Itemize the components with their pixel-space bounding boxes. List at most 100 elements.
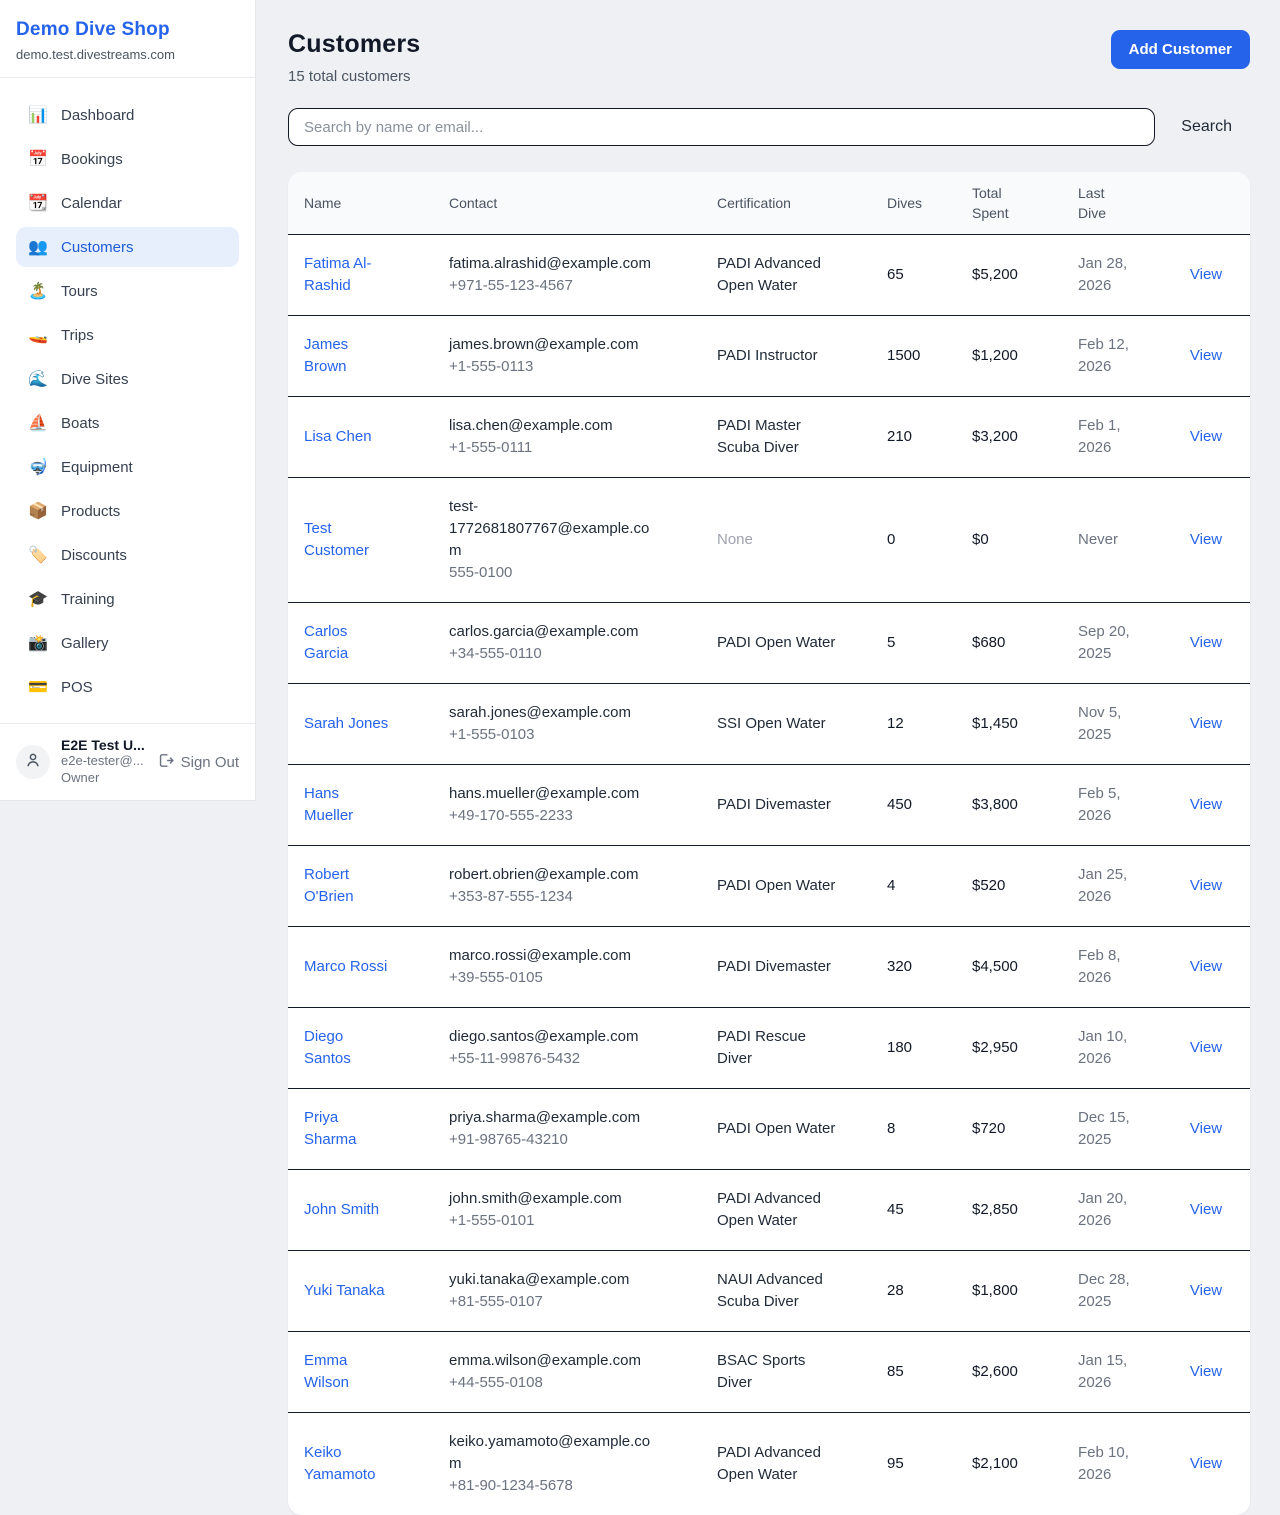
sidebar-item-discounts[interactable]: 🏷️Discounts xyxy=(16,535,239,575)
customer-view-cell: View xyxy=(1170,1008,1250,1089)
diving-mask-icon: 🤿 xyxy=(28,457,48,477)
view-link[interactable]: View xyxy=(1190,1039,1222,1056)
customer-name-link[interactable]: Emma Wilson xyxy=(304,1350,392,1394)
customer-last-dive: Nov 5, 2025 xyxy=(1078,702,1154,746)
sidebar-item-pos[interactable]: 💳POS xyxy=(16,667,239,707)
customer-contact-cell: carlos.garcia@example.com+34-555-0110 xyxy=(433,603,701,684)
customer-phone: +1-555-0113 xyxy=(449,356,693,378)
view-link[interactable]: View xyxy=(1190,634,1222,651)
search-button[interactable]: Search xyxy=(1181,118,1232,136)
sidebar-item-label: Products xyxy=(61,503,120,520)
customer-email: james.brown@example.com xyxy=(449,334,661,356)
view-link[interactable]: View xyxy=(1190,1201,1222,1218)
view-link[interactable]: View xyxy=(1190,1282,1222,1299)
customer-name-link[interactable]: John Smith xyxy=(304,1199,392,1221)
table-row: Yuki Tanakayuki.tanaka@example.com+81-55… xyxy=(288,1251,1250,1332)
customer-last-dive: Jan 25, 2026 xyxy=(1078,864,1154,908)
search-bar: Search xyxy=(288,108,1250,146)
sidebar-item-label: Dashboard xyxy=(61,107,134,124)
customer-last-dive-cell: Feb 1, 2026 xyxy=(1062,397,1170,478)
customer-certification: PADI Open Water xyxy=(717,1118,839,1140)
customer-email: priya.sharma@example.com xyxy=(449,1107,661,1129)
view-link[interactable]: View xyxy=(1190,266,1222,283)
customer-certification: PADI Open Water xyxy=(717,875,839,897)
customer-name-link[interactable]: Priya Sharma xyxy=(304,1107,392,1151)
customer-total-spent: $5,200 xyxy=(956,235,1062,316)
view-link[interactable]: View xyxy=(1190,877,1222,894)
user-email: e2e-tester@... xyxy=(61,753,146,770)
view-link[interactable]: View xyxy=(1190,347,1222,364)
customer-name-link[interactable]: Sarah Jones xyxy=(304,713,392,735)
view-link[interactable]: View xyxy=(1190,1120,1222,1137)
sidebar-item-dashboard[interactable]: 📊Dashboard xyxy=(16,95,239,135)
customer-name-link[interactable]: Fatima Al-Rashid xyxy=(304,253,392,297)
customer-contact-cell: lisa.chen@example.com+1-555-0111 xyxy=(433,397,701,478)
credit-card-icon: 💳 xyxy=(28,677,48,697)
customer-phone: +44-555-0108 xyxy=(449,1372,693,1394)
customer-certification: BSAC Sports Diver xyxy=(717,1350,839,1394)
sidebar-item-dive-sites[interactable]: 🌊Dive Sites xyxy=(16,359,239,399)
customers-table-card: NameContactCertificationDivesTotal Spent… xyxy=(288,172,1250,1515)
customer-phone: +1-555-0111 xyxy=(449,437,693,459)
customer-dives: 180 xyxy=(871,1008,956,1089)
sidebar-item-boats[interactable]: ⛵Boats xyxy=(16,403,239,443)
sidebar-item-calendar[interactable]: 📆Calendar xyxy=(16,183,239,223)
customer-name-link[interactable]: Test Customer xyxy=(304,518,392,562)
view-link[interactable]: View xyxy=(1190,1363,1222,1380)
customer-name-link[interactable]: James Brown xyxy=(304,334,392,378)
customer-certification: PADI Instructor xyxy=(717,345,839,367)
add-customer-button[interactable]: Add Customer xyxy=(1111,30,1250,69)
customer-name-cell: James Brown xyxy=(288,316,433,397)
column-header-label: Name xyxy=(304,193,425,213)
search-input[interactable] xyxy=(288,108,1155,146)
customer-name-cell: Priya Sharma xyxy=(288,1089,433,1170)
view-link[interactable]: View xyxy=(1190,958,1222,975)
customer-name-cell: Lisa Chen xyxy=(288,397,433,478)
sidebar-item-label: Boats xyxy=(61,415,99,432)
sidebar-item-equipment[interactable]: 🤿Equipment xyxy=(16,447,239,487)
sidebar-item-label: Customers xyxy=(61,239,134,256)
view-link[interactable]: View xyxy=(1190,796,1222,813)
sidebar-item-customers[interactable]: 👥Customers xyxy=(16,227,239,267)
view-link[interactable]: View xyxy=(1190,428,1222,445)
customer-total-spent: $4,500 xyxy=(956,927,1062,1008)
customer-total-spent: $680 xyxy=(956,603,1062,684)
view-link[interactable]: View xyxy=(1190,531,1222,548)
customer-name-link[interactable]: Marco Rossi xyxy=(304,956,392,978)
customer-certification-cell: PADI Master Scuba Diver xyxy=(701,397,871,478)
customer-last-dive-cell: Dec 28, 2025 xyxy=(1062,1251,1170,1332)
customer-phone: +1-555-0101 xyxy=(449,1210,693,1232)
customer-total-spent: $2,600 xyxy=(956,1332,1062,1413)
customer-last-dive-cell: Feb 10, 2026 xyxy=(1062,1413,1170,1515)
customer-phone: +91-98765-43210 xyxy=(449,1129,693,1151)
customer-name-cell: Marco Rossi xyxy=(288,927,433,1008)
sidebar-item-trips[interactable]: 🚤Trips xyxy=(16,315,239,355)
speedboat-icon: 🚤 xyxy=(28,325,48,345)
customer-phone: 555-0100 xyxy=(449,562,693,584)
sidebar-item-gallery[interactable]: 📸Gallery xyxy=(16,623,239,663)
sign-out-button[interactable]: Sign Out xyxy=(157,752,239,773)
customer-name-link[interactable]: Yuki Tanaka xyxy=(304,1280,392,1302)
sidebar-item-bookings[interactable]: 📅Bookings xyxy=(16,139,239,179)
customer-contact-cell: emma.wilson@example.com+44-555-0108 xyxy=(433,1332,701,1413)
customer-total-spent: $3,200 xyxy=(956,397,1062,478)
customer-name-cell: Test Customer xyxy=(288,478,433,603)
view-link[interactable]: View xyxy=(1190,715,1222,732)
view-link[interactable]: View xyxy=(1190,1455,1222,1472)
customer-name-link[interactable]: Keiko Yamamoto xyxy=(304,1442,392,1486)
customer-email: marco.rossi@example.com xyxy=(449,945,661,967)
customer-name-link[interactable]: Robert O'Brien xyxy=(304,864,392,908)
sidebar-item-label: Calendar xyxy=(61,195,122,212)
customer-name-link[interactable]: Lisa Chen xyxy=(304,426,392,448)
customer-email: john.smith@example.com xyxy=(449,1188,661,1210)
customer-name-link[interactable]: Carlos Garcia xyxy=(304,621,392,665)
customer-certification-cell: PADI Advanced Open Water xyxy=(701,235,871,316)
customer-name-link[interactable]: Diego Santos xyxy=(304,1026,392,1070)
sidebar-item-products[interactable]: 📦Products xyxy=(16,491,239,531)
sidebar-item-training[interactable]: 🎓Training xyxy=(16,579,239,619)
customer-certification: PADI Open Water xyxy=(717,632,839,654)
customer-certification: PADI Rescue Diver xyxy=(717,1026,839,1070)
sidebar-item-tours[interactable]: 🏝️Tours xyxy=(16,271,239,311)
wave-icon: 🌊 xyxy=(28,369,48,389)
customer-name-link[interactable]: Hans Mueller xyxy=(304,783,392,827)
